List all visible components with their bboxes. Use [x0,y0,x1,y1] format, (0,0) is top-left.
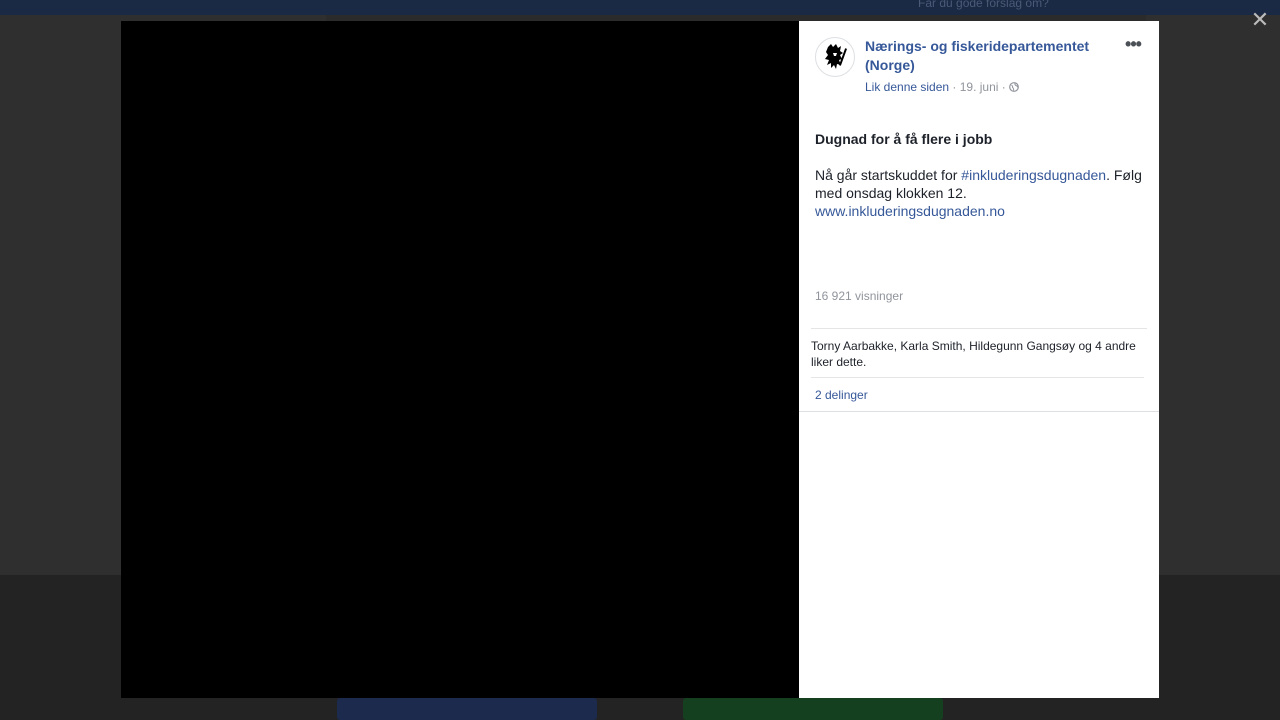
post-title: Dugnad for å få flere i jobb [815,131,993,147]
background-blue-button [337,698,597,720]
post-body-prefix: Nå går startskuddet for [815,167,962,183]
video-player[interactable] [121,21,799,698]
post-body: Nå går startskuddet for #inkluderingsdug… [815,166,1149,220]
shares-link[interactable]: 2 delinger [815,387,868,403]
view-count: 16 921 visninger [815,289,904,303]
divider [799,411,1159,412]
page-name-link[interactable]: Nærings- og fiskeridepartementet (Norge) [865,37,1105,75]
post-meta: Lik denne siden · 19. juni · [865,79,1020,95]
post-side-panel: Nærings- og fiskeridepartementet (Norge)… [799,21,1159,698]
likes-summary[interactable]: Torny Aarbakke, Karla Smith, Hildegunn G… [811,338,1145,370]
post-date[interactable]: 19. juni [960,80,999,94]
close-icon[interactable]: ✕ [1248,8,1272,32]
globe-icon[interactable] [1009,80,1020,92]
background-topbar: Får du gode forslag om? [0,0,1280,15]
meta-separator: · [949,80,960,94]
hashtag-link[interactable]: #inkluderingsdugnaden [961,167,1106,183]
divider [811,377,1144,378]
meta-separator-2: · [998,80,1010,94]
external-url-link[interactable]: www.inkluderingsdugnaden.no [815,203,1005,219]
like-page-button[interactable]: Lik denne siden [865,80,949,94]
more-options-icon[interactable]: ••• [1121,35,1145,57]
divider [811,328,1147,329]
background-green-button [683,698,943,720]
background-topbar-text: Får du gode forslag om? [918,0,1049,10]
lion-crest-icon[interactable] [815,37,855,77]
